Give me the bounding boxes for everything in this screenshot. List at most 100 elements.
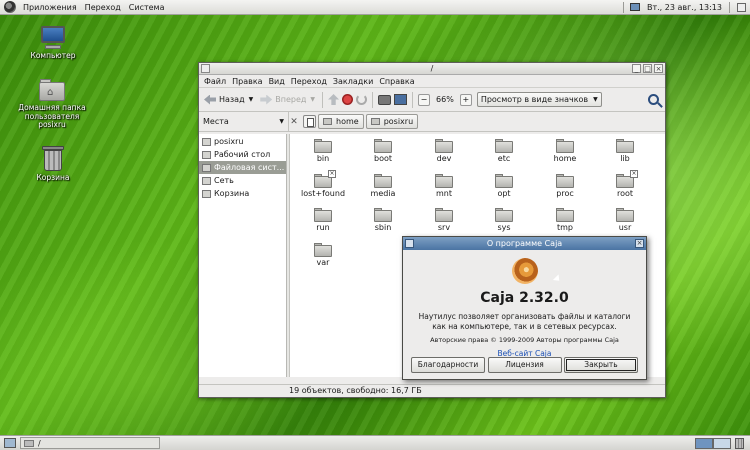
file-item[interactable]: proc — [535, 174, 595, 198]
file-item[interactable]: etc — [474, 139, 534, 163]
workspace-1[interactable] — [695, 437, 713, 449]
file-item[interactable]: media — [353, 174, 413, 198]
menu-help[interactable]: Справка — [376, 77, 417, 86]
menu-system[interactable]: Система — [125, 0, 169, 15]
desktop-icon-computer[interactable]: Компьютер — [13, 26, 93, 61]
file-item[interactable]: var — [293, 243, 353, 267]
computer-icon — [38, 26, 68, 50]
file-item[interactable]: sys — [474, 208, 534, 232]
sidebar-item-label: Файловая сист... — [214, 163, 285, 172]
credits-button[interactable]: Благодарности — [411, 357, 485, 373]
place-icon — [202, 189, 211, 198]
trash-icon[interactable] — [735, 437, 744, 449]
file-item[interactable]: usr — [595, 208, 655, 232]
desktop-icon-trash[interactable]: Корзина — [13, 146, 93, 183]
file-name: media — [370, 189, 396, 198]
file-item[interactable]: × lost+found — [293, 170, 353, 198]
folder-icon — [435, 174, 453, 188]
stop-icon[interactable] — [342, 94, 354, 105]
taskbar-window-button[interactable]: / — [20, 437, 160, 449]
desktop-icon-label: Корзина — [36, 173, 70, 182]
window-menu-icon[interactable] — [201, 64, 210, 73]
file-name: lost+found — [300, 189, 346, 198]
task-label: / — [38, 438, 41, 448]
file-name: etc — [497, 154, 511, 163]
dialog-titlebar[interactable]: О программе Caja × — [403, 237, 646, 250]
workspace-2[interactable] — [713, 437, 731, 449]
menu-file[interactable]: Файл — [201, 77, 229, 86]
display-icon[interactable] — [629, 3, 640, 11]
sidebar-item[interactable]: Корзина — [199, 187, 286, 200]
file-item[interactable]: boot — [353, 139, 413, 163]
menu-applications[interactable]: Приложения — [19, 0, 81, 15]
window-menu-icon[interactable] — [405, 239, 414, 248]
file-item[interactable]: run — [293, 208, 353, 232]
places-select[interactable]: Места ▼ — [199, 111, 289, 132]
locked-emblem-icon: × — [630, 170, 638, 178]
file-item[interactable]: dev — [414, 139, 474, 163]
license-button[interactable]: Лицензия — [487, 357, 562, 373]
file-item[interactable]: home — [535, 139, 595, 163]
toolbar: Назад ▼ Вперед ▼ − 66% + Просмотр в виде… — [199, 88, 665, 112]
places-sidebar: posixru Рабочий стол Файловая сист... Сеть К… — [199, 134, 287, 377]
menu-places[interactable]: Переход — [81, 0, 125, 15]
menu-go[interactable]: Переход — [288, 77, 330, 86]
minimize-button[interactable]: _ — [632, 64, 641, 73]
close-icon[interactable]: × — [635, 239, 644, 248]
bottom-panel: / — [0, 435, 750, 450]
computer-icon[interactable] — [394, 94, 408, 105]
breadcrumb-label: posixru — [383, 117, 414, 126]
file-name: sbin — [374, 223, 392, 232]
clock[interactable]: Вт., 23 авг., 13:13 — [643, 3, 726, 12]
close-sidebar-icon[interactable]: ✕ — [289, 117, 299, 127]
up-arrow-icon[interactable] — [328, 94, 340, 105]
file-name: dev — [436, 154, 452, 163]
sidebar-item[interactable]: Сеть — [199, 174, 286, 187]
sidebar-item[interactable]: Файловая сист... — [199, 161, 286, 174]
folder-icon — [370, 118, 380, 125]
reload-icon[interactable] — [356, 94, 368, 105]
place-icon — [202, 150, 211, 159]
file-item[interactable]: × root — [595, 170, 655, 198]
menu-edit[interactable]: Правка — [229, 77, 265, 86]
view-mode-select[interactable]: Просмотр в виде значков ▼ — [476, 92, 602, 107]
zoom-in-button[interactable]: + — [459, 93, 472, 106]
back-button[interactable]: Назад ▼ — [202, 91, 255, 109]
maximize-button[interactable]: □ — [643, 64, 652, 73]
status-bar: 19 объектов, свободно: 16,7 ГБ — [199, 384, 665, 397]
sidebar-item[interactable]: Рабочий стол — [199, 148, 286, 161]
shutdown-icon[interactable] — [737, 2, 746, 12]
main-menu-icon[interactable] — [4, 1, 16, 13]
path-toggle-button[interactable] — [303, 115, 316, 128]
file-item[interactable]: tmp — [535, 208, 595, 232]
search-button[interactable] — [644, 91, 662, 109]
sidebar-item[interactable]: posixru — [199, 135, 286, 148]
chevron-down-icon[interactable]: ▼ — [249, 96, 254, 103]
file-item[interactable]: lib — [595, 139, 655, 163]
desktop-icon-label: Домашняя папка пользователя posixru — [18, 103, 86, 129]
dialog-buttons: Благодарности Лицензия Закрыть — [403, 357, 646, 373]
close-button[interactable]: × — [654, 64, 663, 73]
zoom-out-button[interactable]: − — [418, 93, 431, 106]
window-titlebar[interactable]: / _ □ × — [199, 63, 665, 75]
file-item[interactable]: mnt — [414, 174, 474, 198]
chevron-down-icon[interactable]: ▼ — [310, 96, 315, 103]
close-dialog-button[interactable]: Закрыть — [564, 357, 638, 373]
file-item[interactable]: sbin — [353, 208, 413, 232]
breadcrumb-home[interactable]: home — [318, 114, 364, 129]
file-name: srv — [437, 223, 451, 232]
forward-button[interactable]: Вперед ▼ — [258, 91, 317, 109]
file-item[interactable]: srv — [414, 208, 474, 232]
zoom-level[interactable]: 66% — [433, 95, 457, 104]
file-name: lib — [620, 154, 630, 163]
menu-view[interactable]: Вид — [266, 77, 288, 86]
file-item[interactable]: bin — [293, 139, 353, 163]
show-desktop-icon[interactable] — [4, 438, 16, 448]
file-item[interactable]: opt — [474, 174, 534, 198]
app-description: Наутилус позволяет организовать файлы и … — [418, 312, 631, 331]
file-name: bin — [316, 154, 330, 163]
desktop-icon-home[interactable]: ⌂ Домашняя папка пользователя posixru — [12, 78, 92, 130]
menu-bookmarks[interactable]: Закладки — [330, 77, 376, 86]
camera-icon[interactable] — [378, 94, 392, 105]
breadcrumb-posixru[interactable]: posixru — [365, 114, 419, 129]
